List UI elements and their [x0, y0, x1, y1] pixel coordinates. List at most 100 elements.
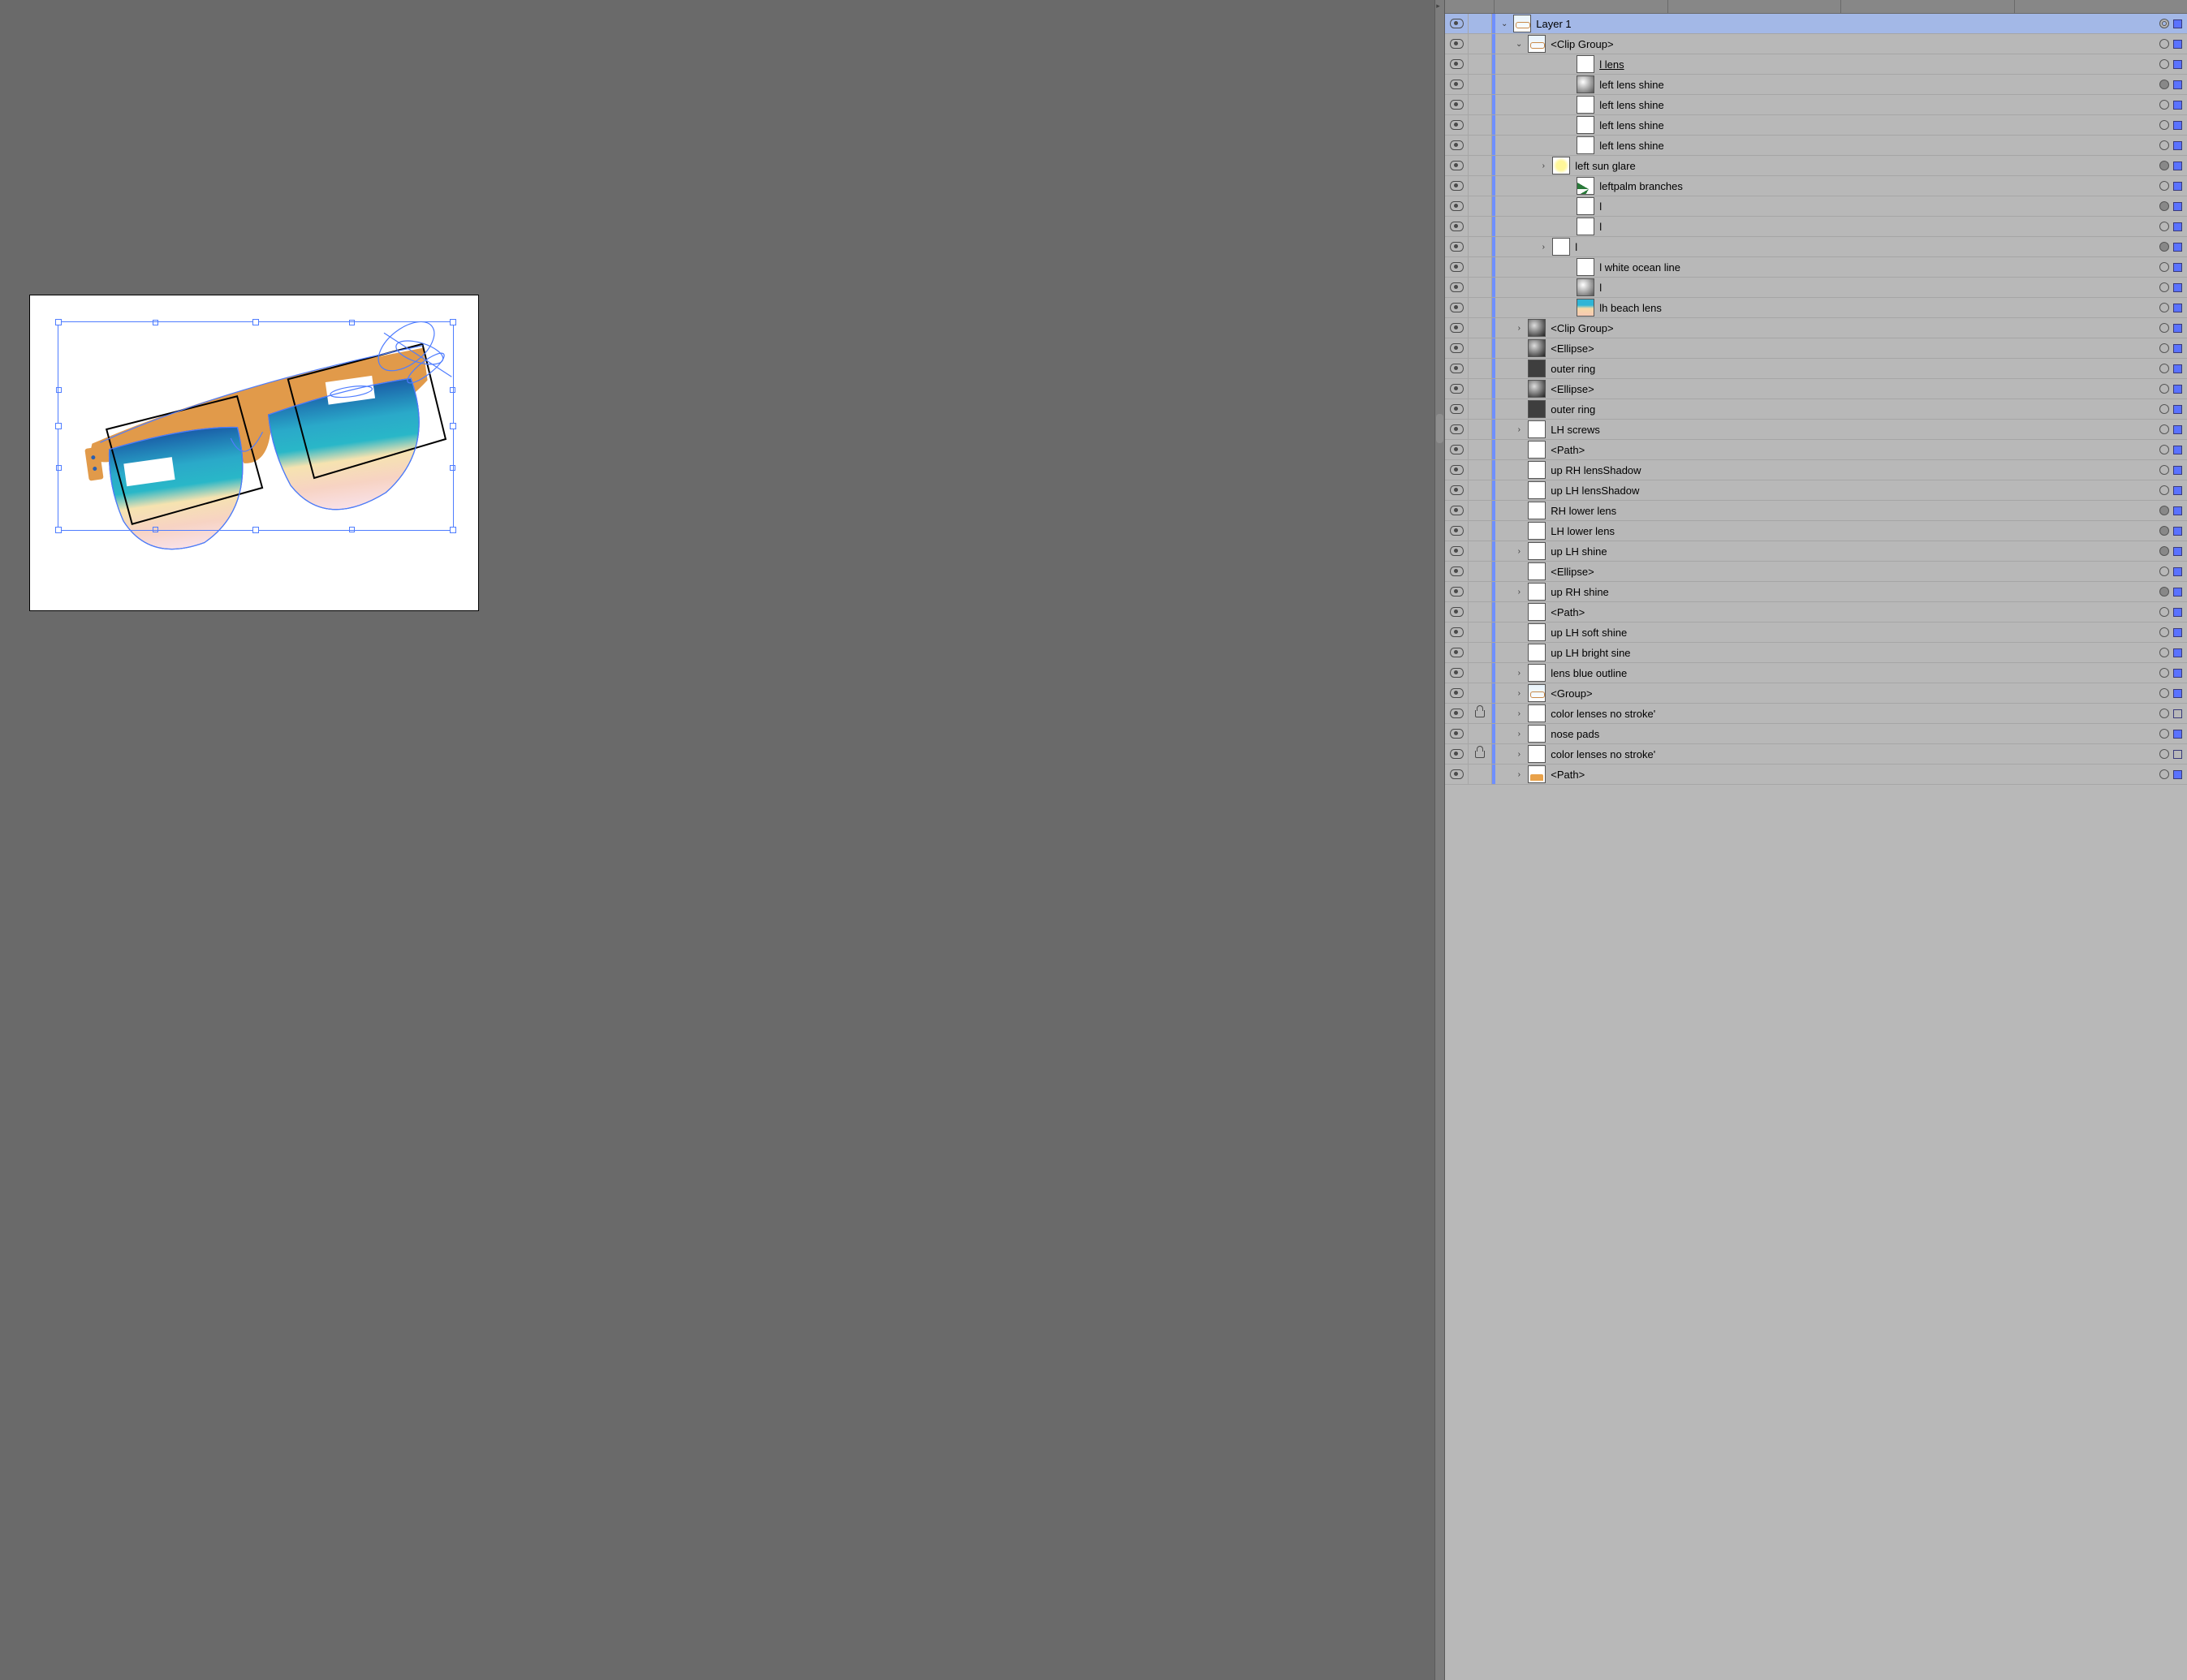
- selection-square[interactable]: [2171, 446, 2187, 454]
- layer-name[interactable]: LH screws: [1549, 424, 2158, 436]
- layer-name[interactable]: <Clip Group>: [1549, 38, 2158, 50]
- visibility-toggle[interactable]: [1445, 298, 1469, 317]
- lock-toggle[interactable]: [1469, 217, 1492, 236]
- resize-handle-mr[interactable]: [450, 423, 456, 429]
- disclosure-toggle[interactable]: ›: [1510, 744, 1528, 764]
- lock-toggle[interactable]: [1469, 14, 1492, 33]
- layer-name[interactable]: l: [1573, 241, 2158, 253]
- target-icon[interactable]: [2158, 262, 2171, 272]
- target-icon[interactable]: [2158, 364, 2171, 373]
- disclosure-toggle[interactable]: ›: [1510, 724, 1528, 743]
- selection-square[interactable]: [2171, 121, 2187, 130]
- disclosure-toggle[interactable]: ›: [1534, 156, 1552, 175]
- disclosure-toggle[interactable]: ›: [1534, 237, 1552, 256]
- edge-mark[interactable]: [450, 465, 455, 471]
- layer-thumbnail[interactable]: [1577, 177, 1594, 195]
- selection-square[interactable]: [2171, 324, 2187, 333]
- layer-thumbnail[interactable]: [1577, 116, 1594, 134]
- visibility-toggle[interactable]: [1445, 765, 1469, 784]
- layer-row[interactable]: outer ring: [1445, 359, 2187, 379]
- visibility-toggle[interactable]: [1445, 95, 1469, 114]
- visibility-toggle[interactable]: [1445, 420, 1469, 439]
- lock-toggle[interactable]: [1469, 541, 1492, 561]
- selection-square[interactable]: [2171, 344, 2187, 353]
- canvas-area[interactable]: [0, 0, 1434, 1680]
- target-icon[interactable]: [2158, 587, 2171, 597]
- layer-row[interactable]: l: [1445, 196, 2187, 217]
- layer-thumbnail[interactable]: [1528, 664, 1546, 682]
- selection-square[interactable]: [2171, 19, 2187, 28]
- layer-row[interactable]: ›l: [1445, 237, 2187, 257]
- visibility-toggle[interactable]: [1445, 582, 1469, 601]
- target-icon[interactable]: [2158, 546, 2171, 556]
- selection-square[interactable]: [2171, 405, 2187, 414]
- target-icon[interactable]: [2158, 120, 2171, 130]
- target-icon[interactable]: [2158, 39, 2171, 49]
- layer-name[interactable]: color lenses no stroke': [1549, 708, 2158, 720]
- lock-toggle[interactable]: [1469, 318, 1492, 338]
- target-icon[interactable]: [2158, 769, 2171, 779]
- lock-toggle[interactable]: [1469, 521, 1492, 541]
- visibility-toggle[interactable]: [1445, 683, 1469, 703]
- lock-toggle[interactable]: [1469, 480, 1492, 500]
- layer-row[interactable]: RH lower lens: [1445, 501, 2187, 521]
- disclosure-toggle[interactable]: ›: [1510, 420, 1528, 439]
- lock-toggle[interactable]: [1469, 440, 1492, 459]
- layer-row[interactable]: ›color lenses no stroke': [1445, 704, 2187, 724]
- visibility-toggle[interactable]: [1445, 501, 1469, 520]
- layer-thumbnail[interactable]: [1528, 380, 1546, 398]
- selection-square[interactable]: [2171, 770, 2187, 779]
- disclosure-toggle[interactable]: ›: [1510, 541, 1528, 561]
- panel-tab-bar[interactable]: [1445, 0, 2187, 14]
- layer-thumbnail[interactable]: [1528, 319, 1546, 337]
- layer-row[interactable]: <Path>: [1445, 440, 2187, 460]
- layer-row[interactable]: ›lens blue outline: [1445, 663, 2187, 683]
- disclosure-toggle[interactable]: ›: [1510, 683, 1528, 703]
- layer-row[interactable]: ›up LH shine: [1445, 541, 2187, 562]
- visibility-toggle[interactable]: [1445, 115, 1469, 135]
- visibility-toggle[interactable]: [1445, 622, 1469, 642]
- layer-row[interactable]: up RH lensShadow: [1445, 460, 2187, 480]
- layer-row[interactable]: ›up RH shine: [1445, 582, 2187, 602]
- lock-toggle[interactable]: [1469, 75, 1492, 94]
- layer-name[interactable]: color lenses no stroke': [1549, 748, 2158, 760]
- layer-name[interactable]: up RH lensShadow: [1549, 464, 2158, 476]
- selection-square[interactable]: [2171, 567, 2187, 576]
- artboard[interactable]: [30, 295, 478, 610]
- layer-name[interactable]: up RH shine: [1549, 586, 2158, 598]
- target-icon[interactable]: [2158, 485, 2171, 495]
- resize-handle-bl[interactable]: [55, 527, 62, 533]
- layer-thumbnail[interactable]: [1577, 75, 1594, 93]
- lock-toggle[interactable]: [1469, 744, 1492, 764]
- visibility-toggle[interactable]: [1445, 440, 1469, 459]
- visibility-toggle[interactable]: [1445, 278, 1469, 297]
- lock-toggle[interactable]: [1469, 501, 1492, 520]
- layer-row[interactable]: › <Group>: [1445, 683, 2187, 704]
- visibility-toggle[interactable]: [1445, 318, 1469, 338]
- layer-row[interactable]: ›<Path>: [1445, 765, 2187, 785]
- visibility-toggle[interactable]: [1445, 217, 1469, 236]
- visibility-toggle[interactable]: [1445, 602, 1469, 622]
- selection-square[interactable]: [2171, 608, 2187, 617]
- disclosure-toggle[interactable]: ›: [1510, 663, 1528, 683]
- layer-thumbnail[interactable]: [1528, 644, 1546, 661]
- layer-thumbnail[interactable]: [1577, 278, 1594, 296]
- target-icon[interactable]: [2158, 100, 2171, 110]
- layer-name[interactable]: l: [1598, 200, 2158, 213]
- target-icon[interactable]: [2158, 161, 2171, 170]
- layer-row[interactable]: <Ellipse>: [1445, 562, 2187, 582]
- selection-square[interactable]: [2171, 750, 2187, 759]
- selection-square[interactable]: [2171, 506, 2187, 515]
- layer-name[interactable]: l: [1598, 221, 2158, 233]
- edge-mark[interactable]: [349, 527, 355, 532]
- target-icon[interactable]: [2158, 404, 2171, 414]
- selection-square[interactable]: [2171, 709, 2187, 718]
- layer-thumbnail[interactable]: [1577, 136, 1594, 154]
- selection-square[interactable]: [2171, 304, 2187, 312]
- layer-thumbnail[interactable]: [1552, 238, 1570, 256]
- lock-toggle[interactable]: [1469, 399, 1492, 419]
- layer-name[interactable]: RH lower lens: [1549, 505, 2158, 517]
- selection-square[interactable]: [2171, 588, 2187, 597]
- layer-name[interactable]: <Group>: [1549, 687, 2158, 700]
- selection-square[interactable]: [2171, 730, 2187, 739]
